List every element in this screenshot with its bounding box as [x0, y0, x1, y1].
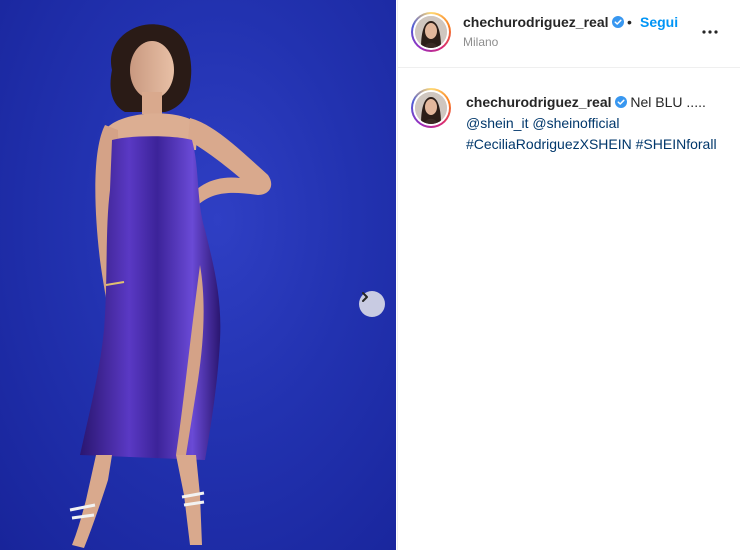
caption-username[interactable]: chechurodriguez_real — [466, 94, 612, 110]
profile-picture — [415, 16, 447, 48]
post-header: chechurodriguez_real • Segui Milano — [398, 0, 740, 68]
verified-badge-icon — [614, 96, 627, 108]
separator-dot: • — [627, 14, 632, 30]
mention-link[interactable]: @shein_it — [466, 115, 528, 131]
post-username[interactable]: chechurodriguez_real — [463, 14, 624, 30]
username-text[interactable]: chechurodriguez_real — [463, 14, 609, 30]
caption-avatar[interactable] — [411, 88, 451, 128]
caption-profile-picture — [415, 92, 447, 124]
avatar[interactable] — [411, 12, 451, 52]
caption-text: chechurodriguez_real Nel BLU ..... @shei… — [466, 92, 734, 155]
post-details-pane: chechurodriguez_real • Segui Milano chec… — [397, 0, 740, 550]
post-photo[interactable] — [0, 0, 396, 550]
post-location[interactable]: Milano — [463, 35, 498, 49]
hashtag-link[interactable]: #CeciliaRodriguezXSHEIN — [466, 136, 632, 152]
hashtag-link[interactable]: #SHEINforall — [636, 136, 717, 152]
verified-badge-icon — [611, 16, 624, 28]
follow-button[interactable]: Segui — [640, 14, 678, 30]
caption-body: Nel BLU ..... — [630, 94, 706, 110]
mention-link[interactable]: @sheinofficial — [532, 115, 619, 131]
post-photo-figure — [69, 24, 272, 548]
post-caption: chechurodriguez_real Nel BLU ..... @shei… — [398, 68, 740, 188]
more-horizontal-icon — [702, 30, 718, 34]
chevron-right-icon — [362, 292, 368, 302]
next-photo-button[interactable] — [359, 291, 385, 317]
more-options-button[interactable] — [701, 22, 719, 40]
